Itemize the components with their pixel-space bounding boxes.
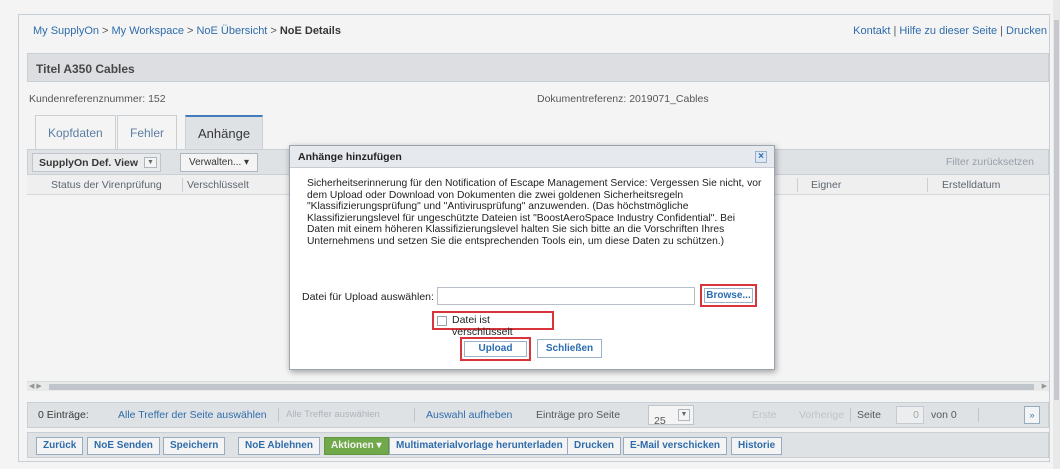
browse-highlight: Browse... [700, 284, 757, 307]
schliessen-button[interactable]: Schließen [537, 339, 602, 358]
dialog-titlebar: Anhänge hinzufügen × [290, 146, 774, 168]
encrypted-highlight: Datei ist verschlüsselt [432, 311, 554, 338]
browse-button[interactable]: Browse... [704, 288, 753, 303]
file-upload-label: Datei für Upload auswählen: [302, 291, 434, 303]
encrypted-label[interactable]: Datei ist verschlüsselt [452, 314, 552, 338]
close-icon[interactable]: × [755, 151, 767, 163]
encrypted-checkbox[interactable] [437, 316, 447, 326]
file-path-input[interactable] [437, 287, 695, 305]
attachments-dialog: Anhänge hinzufügen × Sicherheitserinneru… [289, 145, 775, 370]
upload-highlight: Upload [460, 337, 531, 361]
security-reminder-text: Sicherheitserinnerung für den Notificati… [307, 178, 762, 247]
dialog-title: Anhänge hinzufügen [298, 151, 402, 163]
upload-button[interactable]: Upload [464, 341, 527, 357]
